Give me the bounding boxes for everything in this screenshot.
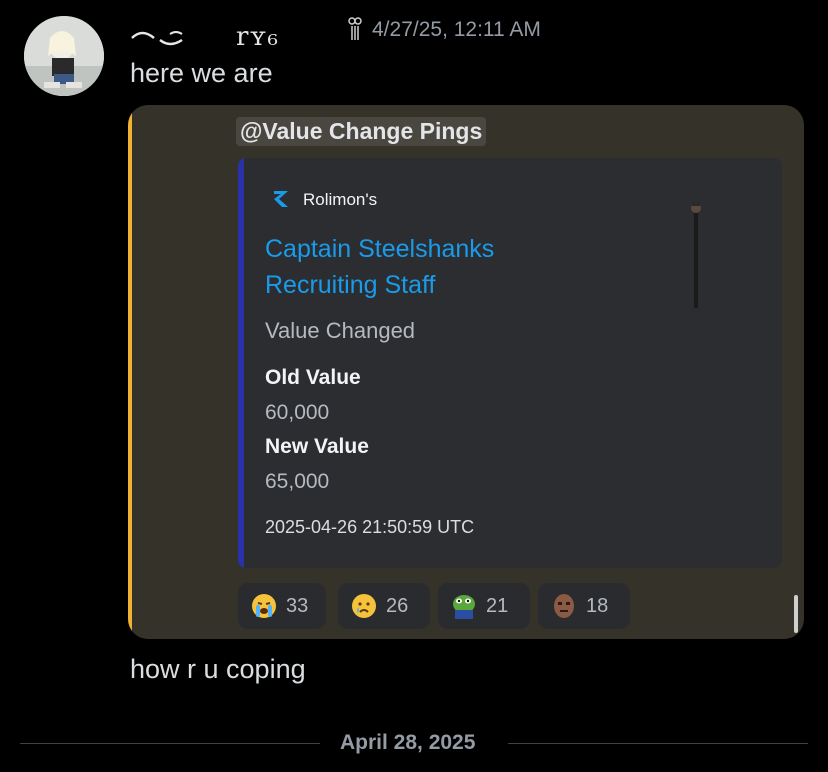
reaction-count: 21 [486,594,509,617]
scrollbar-thumb[interactable] [794,595,798,633]
reaction-crying[interactable]: 26 [338,583,430,629]
divider-line [508,743,808,744]
reaction-mask[interactable]: 18 [538,583,630,629]
message-timestamp[interactable]: 4/27/25, 12:11 AM [372,18,541,42]
brown-mask-icon [554,594,574,618]
embed-provider[interactable]: Rolimon's [303,190,377,210]
role-badge-icon [348,17,362,40]
date-divider-label: April 28, 2025 [340,731,476,754]
reaction-count: 33 [286,594,309,617]
quote-accent-bar [128,105,132,639]
field-old-value-label: Old Value [265,366,361,389]
role-mention[interactable]: @Value Change Pings [236,117,487,146]
embed-accent-bar [238,158,244,568]
loudly-crying-face-icon [252,594,276,618]
message-text: here we are [130,58,273,88]
field-new-value-label: New Value [265,435,369,458]
reaction-pepe[interactable]: 21 [438,583,530,629]
reaction-count: 18 [586,594,609,617]
embed-footer-timestamp: 2025-04-26 21:50:59 UTC [265,517,475,537]
embed-title-link[interactable]: Captain Steelshanks Recruiting Staff [265,231,565,303]
forwarded-message: @Value Change Pings Rolimon's Captain St… [128,105,804,639]
message-text: how r u coping [130,654,306,684]
user-avatar[interactable] [24,16,104,96]
item-thumbnail-icon[interactable] [686,198,706,310]
embed-card: Rolimon's Captain Steelshanks Recruiting… [238,158,782,568]
reaction-loudly-crying[interactable]: 33 [238,583,326,629]
field-new-value: 65,000 [265,470,330,493]
divider-line [20,743,320,744]
embed-description: Value Changed [265,318,416,343]
pepe-frog-icon [453,595,475,619]
reaction-count: 26 [386,594,409,617]
author-name[interactable]: rʏ₆ [236,22,279,52]
rolimons-logo-icon [274,191,288,207]
crying-face-icon [352,594,376,618]
field-old-value: 60,000 [265,401,330,424]
author-decoration-icon [131,31,183,46]
